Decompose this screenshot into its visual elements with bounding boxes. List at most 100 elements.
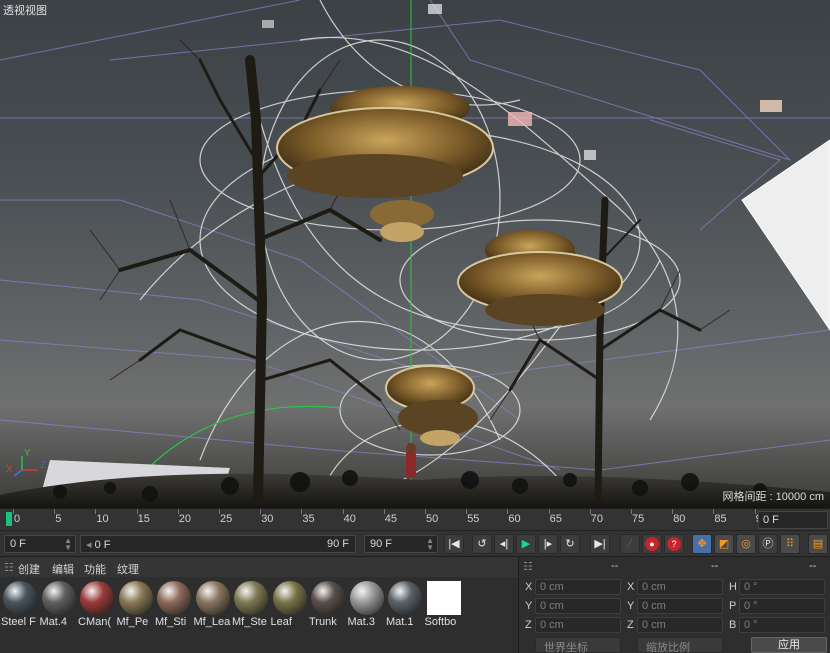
- material-label: Mf_Lea: [193, 616, 231, 628]
- timeline-tick-label: 25: [220, 513, 233, 525]
- stepper-icon[interactable]: ▲ ▼: [64, 537, 72, 552]
- timeline-tick-label: 5: [55, 513, 62, 525]
- material-label: Steel F: [1, 616, 36, 628]
- material-label: Mf_Pe: [116, 616, 149, 628]
- material-swatch[interactable]: Trunk: [309, 581, 346, 628]
- size-y-field[interactable]: 0 cm: [637, 598, 723, 614]
- material-preview: [349, 581, 384, 615]
- record-key-button[interactable]: ●: [642, 534, 662, 554]
- rotation-header: --: [809, 560, 817, 572]
- timeline-current-frame-field[interactable]: 0 F: [758, 511, 828, 529]
- material-swatch[interactable]: Mf_Sti: [155, 581, 192, 628]
- material-swatch[interactable]: Mf_Ste: [232, 581, 269, 628]
- rotate-key-icon[interactable]: ◎: [736, 534, 756, 554]
- play-button[interactable]: ▶: [516, 534, 536, 554]
- size-x-field[interactable]: 0 cm: [637, 579, 723, 595]
- record-pen-icon[interactable]: ⁄: [620, 534, 640, 554]
- material-menu-bar: ☷ 创建 编辑 功能 纹理: [0, 557, 518, 577]
- axis-gizmo: Z Y X: [6, 448, 46, 477]
- timeline-tick-label: 15: [137, 513, 150, 525]
- material-preview: [195, 581, 230, 615]
- svg-text:Z: Z: [40, 460, 46, 471]
- param-key-icon[interactable]: Ⓟ: [758, 534, 778, 554]
- coordinates-manager: ☷ -- -- -- X 0 cm X 0 cm H 0 ° Y 0 cm Y …: [518, 556, 830, 653]
- timeline-cursor[interactable]: [6, 512, 12, 526]
- timeline-tick-label: 55: [467, 513, 480, 525]
- material-label: Trunk: [309, 616, 337, 628]
- prev-key-button[interactable]: ↺: [472, 534, 492, 554]
- timeline-tick-label: 0: [14, 513, 21, 525]
- timeline-tick-label: 30: [261, 513, 274, 525]
- autokey-button[interactable]: ?: [664, 534, 684, 554]
- position-x-field[interactable]: 0 cm: [535, 579, 621, 595]
- perspective-viewport[interactable]: Z Y X 透视视图 网格间距 : 10000 cm: [0, 0, 830, 508]
- transport-bar: 0 F ▲ ▼ ◂ 0 F 90 F 90 F ▲ ▼ |◀ ↺ ◂| ▶ |▸ ↻ ▶…: [0, 530, 830, 556]
- rotation-h-field[interactable]: 0 °: [739, 579, 825, 595]
- timeline-tick-label: 35: [302, 513, 315, 525]
- world-coordinates-dropdown[interactable]: 世界坐标: [535, 637, 621, 653]
- size-header: --: [711, 560, 719, 572]
- material-preview: [311, 581, 345, 615]
- timeline-tick-label: 60: [508, 513, 521, 525]
- material-swatch[interactable]: Leaf: [270, 581, 308, 628]
- next-frame-button[interactable]: |▸: [538, 534, 558, 554]
- material-label: Softbo: [424, 616, 457, 628]
- rotation-b-field[interactable]: 0 °: [739, 617, 825, 633]
- apply-button[interactable]: 应用: [751, 637, 827, 653]
- timeline-tick-label: 45: [384, 513, 398, 525]
- timeline-layout-icon[interactable]: ▤: [808, 534, 828, 554]
- position-z-field[interactable]: 0 cm: [535, 617, 621, 633]
- menu-create[interactable]: 创建: [18, 561, 40, 577]
- timeline-tick-label: 85: [714, 513, 727, 525]
- frame-range-slider[interactable]: ◂ 0 F 90 F: [80, 535, 356, 553]
- position-y-field[interactable]: 0 cm: [535, 598, 621, 614]
- material-label: Mat.3: [347, 616, 376, 628]
- material-preview: [426, 581, 461, 615]
- panel-grip-icon[interactable]: ☷: [523, 560, 533, 573]
- move-key-icon[interactable]: ✥: [692, 534, 712, 554]
- svg-text:Y: Y: [24, 448, 31, 459]
- prev-frame-button[interactable]: ◂|: [494, 534, 514, 554]
- menu-function[interactable]: 功能: [84, 561, 106, 577]
- timeline-tick-label: 50: [426, 513, 439, 525]
- menu-edit[interactable]: 编辑: [52, 561, 74, 577]
- timeline-tick-label: 75: [632, 513, 645, 525]
- material-swatch[interactable]: Softbo: [424, 581, 462, 628]
- material-preview: [80, 581, 114, 615]
- timeline-ruler[interactable]: 051015202530354045505560657075808590 0 F: [0, 508, 830, 530]
- rotation-p-field[interactable]: 0 °: [739, 598, 825, 614]
- panel-grip-icon[interactable]: ☷: [4, 561, 14, 574]
- material-label: Mat.4: [39, 616, 68, 628]
- timeline-tick-label: 80: [673, 513, 686, 525]
- current-frame-field[interactable]: 0 F ▲ ▼: [4, 535, 76, 553]
- scene-render: Z Y X: [0, 0, 830, 508]
- material-label: Mf_Ste: [232, 616, 267, 628]
- material-swatch[interactable]: Mf_Pe: [116, 581, 154, 628]
- material-swatch[interactable]: Mat.1: [386, 581, 423, 628]
- material-swatch[interactable]: Steel F: [1, 581, 38, 628]
- goto-start-button[interactable]: |◀: [444, 534, 464, 554]
- material-swatch[interactable]: Mf_Lea: [193, 581, 231, 628]
- pla-key-icon[interactable]: ⠿: [780, 534, 800, 554]
- ufo-medium: [457, 230, 623, 326]
- scale-mode-dropdown[interactable]: 缩放比例: [637, 637, 723, 653]
- next-key-button[interactable]: ↻: [560, 534, 580, 554]
- material-preview: [3, 581, 37, 615]
- size-z-field[interactable]: 0 cm: [637, 617, 723, 633]
- material-label: Mf_Sti: [155, 616, 187, 628]
- scale-key-icon[interactable]: ◩: [714, 534, 734, 554]
- material-swatch[interactable]: Mat.4: [39, 581, 77, 628]
- menu-texture[interactable]: 纹理: [117, 561, 139, 577]
- material-swatch[interactable]: CMan(: [78, 581, 115, 628]
- timeline-tick-label: 40: [343, 513, 356, 525]
- material-swatch[interactable]: Mat.3: [347, 581, 385, 628]
- svg-text:X: X: [6, 464, 13, 475]
- material-label: Mat.1: [386, 616, 414, 628]
- material-label: Leaf: [270, 616, 292, 628]
- material-preview: [157, 581, 191, 615]
- stepper-icon[interactable]: ▲ ▼: [426, 537, 434, 552]
- goto-end-button[interactable]: ▶|: [590, 534, 610, 554]
- material-preview: [234, 581, 268, 615]
- ufo-small: [385, 365, 478, 446]
- max-frame-field[interactable]: 90 F ▲ ▼: [364, 535, 438, 553]
